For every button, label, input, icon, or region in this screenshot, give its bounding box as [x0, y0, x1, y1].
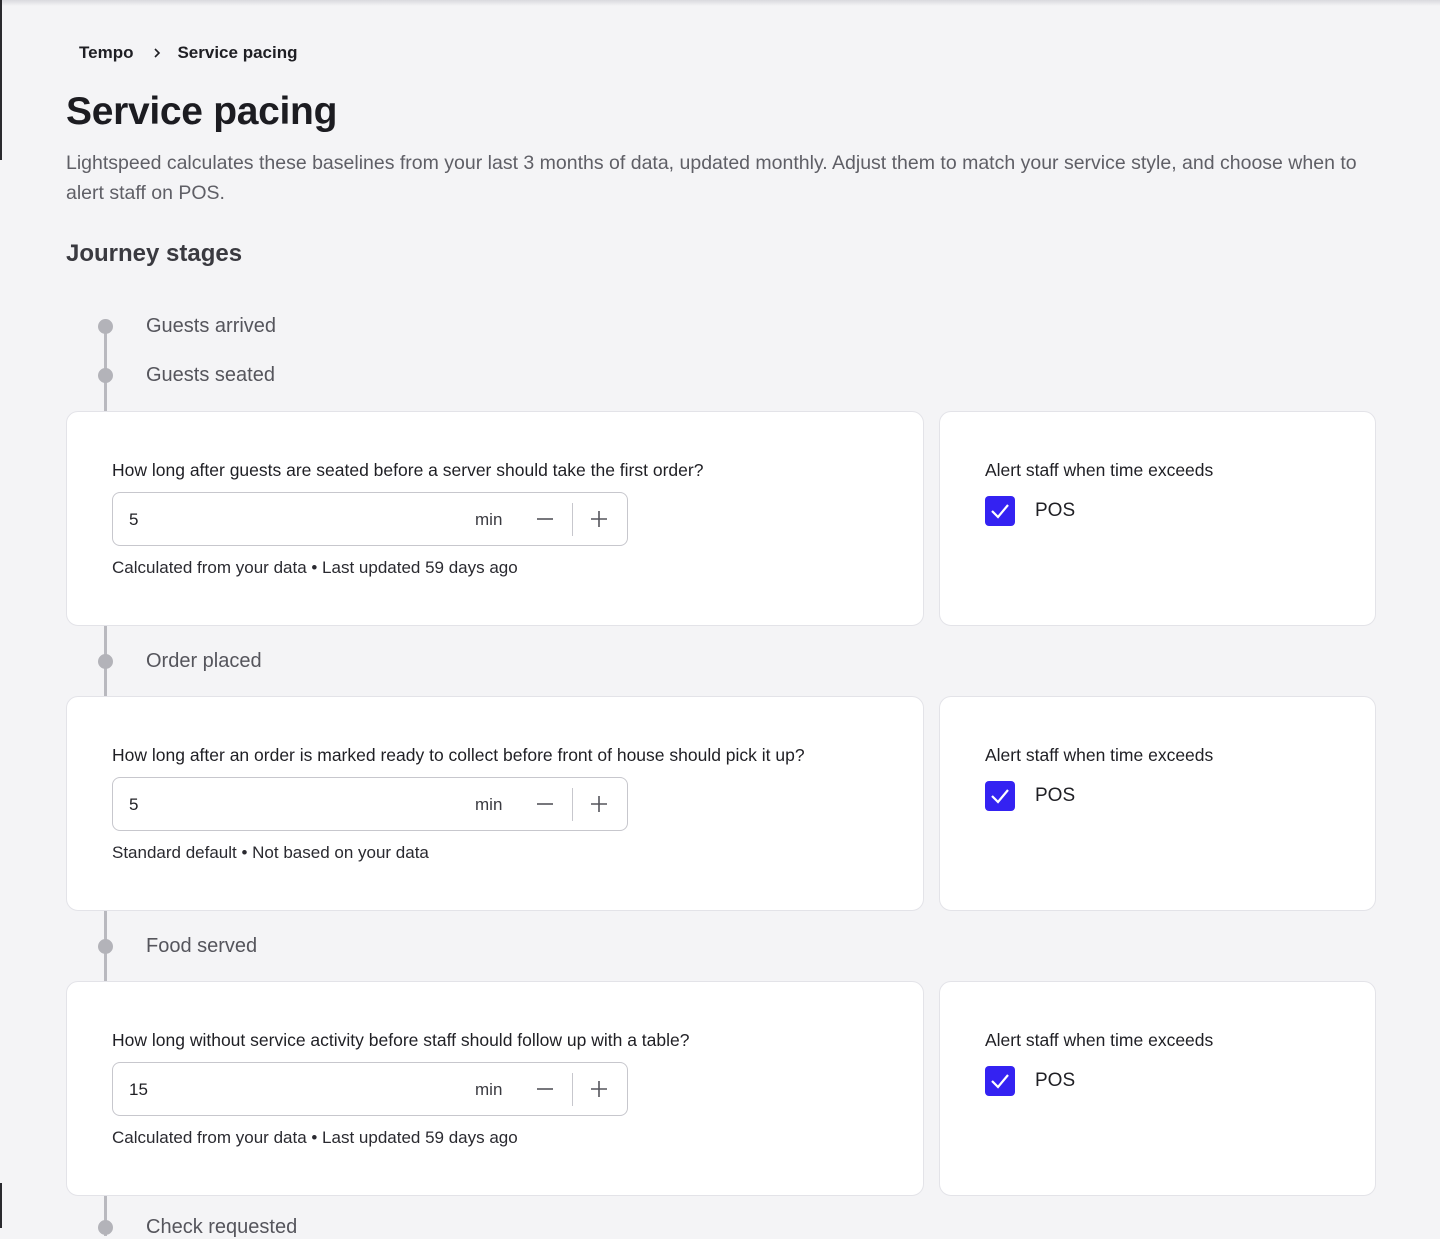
pos-alert-option[interactable]: POS [985, 781, 1075, 811]
stage-order-placed: Order placed [98, 650, 262, 673]
page-description: Lightspeed calculates these baselines fr… [66, 152, 1357, 204]
pos-checkbox-label[interactable]: POS [1035, 785, 1075, 807]
decrement-button[interactable] [525, 787, 565, 821]
stage-label: Guests seated [146, 364, 275, 386]
duration-unit: min [475, 795, 503, 814]
pos-checkbox-label[interactable]: POS [1035, 1070, 1075, 1092]
decrement-button[interactable] [525, 1072, 565, 1106]
duration-input[interactable]: 5 [129, 510, 138, 530]
duration-unit: min [475, 510, 503, 529]
plus-icon [591, 1081, 607, 1097]
source-hint: Standard default • Not based on your dat… [112, 843, 429, 862]
pos-checkbox[interactable] [985, 781, 1015, 811]
chevron-right-icon [151, 47, 163, 59]
question-label: How long without service activity before… [112, 1030, 690, 1050]
stage-food-served: Food served [98, 935, 257, 958]
minus-icon [537, 803, 553, 805]
timeline-dot [98, 939, 113, 954]
alert-label: Alert staff when time exceeds [985, 745, 1214, 765]
source-hint: Calculated from your data • Last updated… [112, 1128, 518, 1147]
alert-card-pickup: Alert staff when time exceeds POS [939, 696, 1376, 911]
page-title: Service pacing [66, 90, 338, 133]
pos-alert-option[interactable]: POS [985, 1066, 1075, 1096]
timeline-dot [98, 368, 113, 383]
breadcrumb: Tempo Service pacing [79, 43, 297, 63]
pacing-card-pickup: How long after an order is marked ready … [66, 696, 924, 911]
pos-checkbox[interactable] [985, 496, 1015, 526]
checkmark-icon [991, 1074, 1009, 1089]
plus-icon [591, 511, 607, 527]
breadcrumb-item-tempo[interactable]: Tempo [79, 43, 133, 63]
stage-guests-seated: Guests seated [98, 364, 275, 387]
duration-stepper[interactable]: 5 min [112, 777, 628, 831]
pacing-card-first-order: How long after guests are seated before … [66, 411, 924, 626]
window-edge [0, 0, 2, 160]
duration-stepper[interactable]: 5 min [112, 492, 628, 546]
increment-button[interactable] [579, 502, 619, 536]
alert-card-follow-up: Alert staff when time exceeds POS [939, 981, 1376, 1196]
increment-button[interactable] [579, 1072, 619, 1106]
stage-label: Guests arrived [146, 315, 277, 337]
duration-input[interactable]: 5 [129, 795, 138, 815]
plus-icon [591, 796, 607, 812]
timeline-dot [98, 319, 113, 334]
breadcrumb-item-current: Service pacing [177, 43, 298, 62]
minus-icon [537, 1088, 553, 1090]
alert-label: Alert staff when time exceeds [985, 1030, 1214, 1050]
alert-card-first-order: Alert staff when time exceeds POS [939, 411, 1376, 626]
alert-label: Alert staff when time exceeds [985, 460, 1214, 480]
duration-input[interactable]: 15 [129, 1080, 148, 1100]
source-hint: Calculated from your data • Last updated… [112, 558, 518, 577]
timeline-dot [98, 654, 113, 669]
question-label: How long after an order is marked ready … [112, 745, 805, 765]
checkmark-icon [991, 789, 1009, 804]
stage-label: Food served [146, 935, 258, 957]
checkmark-icon [991, 504, 1009, 519]
minus-icon [537, 518, 553, 520]
pos-alert-option[interactable]: POS [985, 496, 1075, 526]
stage-guests-arrived: Guests arrived [98, 315, 276, 338]
decrement-button[interactable] [525, 502, 565, 536]
duration-stepper[interactable]: 15 min [112, 1062, 628, 1116]
question-label: How long after guests are seated before … [112, 460, 704, 480]
pacing-card-follow-up: How long without service activity before… [66, 981, 924, 1196]
stage-label: Order placed [146, 650, 262, 672]
stepper-divider [572, 1073, 573, 1106]
window-edge [0, 1183, 2, 1228]
top-shadow [0, 0, 1440, 6]
stepper-divider [572, 503, 573, 536]
stepper-divider [572, 788, 573, 821]
section-title: Journey stages [66, 240, 243, 267]
pos-checkbox-label[interactable]: POS [1035, 500, 1075, 522]
pos-checkbox[interactable] [985, 1066, 1015, 1096]
increment-button[interactable] [579, 787, 619, 821]
duration-unit: min [475, 1080, 503, 1099]
